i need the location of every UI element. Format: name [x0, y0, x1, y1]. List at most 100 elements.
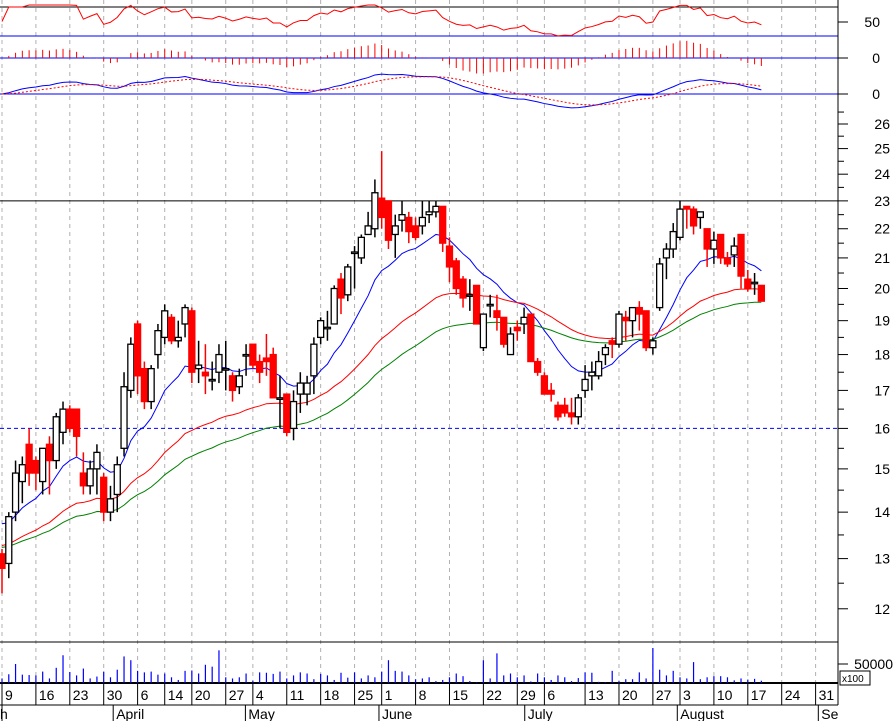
y-tick-label: 13: [874, 551, 890, 567]
candle: [242, 344, 250, 376]
candle-body: [59, 408, 67, 433]
candle-body: [296, 382, 304, 395]
month-label: April: [116, 706, 144, 721]
month-label: May: [248, 706, 274, 721]
candle-body: [737, 233, 745, 277]
candle: [757, 284, 766, 302]
candle-body: [276, 397, 284, 400]
x-tick-label: 13: [588, 687, 604, 703]
candle: [181, 304, 189, 338]
y-tick-label: 20: [874, 281, 890, 297]
candle: [594, 351, 603, 380]
candle: [52, 412, 60, 469]
candle-body: [93, 451, 101, 470]
candle-body: [52, 416, 60, 462]
candle-body: [208, 378, 216, 382]
candle: [276, 375, 284, 429]
candle-body: [330, 287, 338, 325]
y-tick-label: 18: [874, 347, 890, 363]
candle: [662, 243, 671, 280]
candle-body: [459, 278, 467, 299]
candle: [188, 307, 196, 384]
candle-body: [452, 260, 460, 290]
candle: [567, 397, 576, 425]
candle: [520, 307, 528, 335]
candle: [79, 452, 88, 495]
candle-body: [283, 393, 291, 433]
candle: [696, 211, 704, 229]
candle-body: [262, 357, 271, 363]
price-plot: [0, 151, 766, 594]
x-tick-label: 14: [168, 687, 184, 703]
candle: [296, 372, 304, 413]
candle-body: [86, 468, 94, 487]
candle-body: [561, 404, 569, 414]
candle-body: [45, 443, 54, 462]
candle-body: [32, 459, 40, 474]
candle: [445, 237, 454, 283]
candle-body: [174, 336, 182, 342]
candle: [533, 358, 542, 376]
candle-body: [11, 472, 20, 513]
candle: [472, 284, 481, 325]
y-tick-label: 21: [874, 250, 890, 266]
candle: [32, 456, 40, 491]
candle-body: [615, 313, 623, 345]
y-tick-label: 23: [874, 193, 890, 209]
candle: [201, 344, 210, 395]
candle-body: [425, 211, 433, 216]
candle-body: [228, 375, 237, 392]
candle-body: [39, 447, 47, 483]
candle-body: [500, 316, 508, 345]
x-tick-label: 8: [419, 687, 427, 703]
candle-body: [167, 316, 176, 342]
candle: [194, 340, 203, 384]
candle-body: [703, 228, 711, 250]
candle: [93, 444, 101, 495]
candle-body: [405, 216, 413, 233]
candle: [72, 408, 81, 457]
candle: [588, 361, 596, 391]
candle-body: [289, 400, 298, 430]
candle: [208, 361, 216, 391]
candle-body: [723, 257, 732, 265]
candle-body: [527, 313, 535, 363]
candle-body: [479, 313, 488, 349]
candle: [527, 313, 535, 363]
candle: [656, 257, 664, 311]
candle-body: [5, 515, 13, 565]
x-tick-label: 20: [622, 687, 638, 703]
candle: [561, 397, 569, 417]
candle-body: [717, 233, 725, 259]
candle-body: [432, 205, 440, 213]
candle: [574, 394, 582, 425]
candle-body: [188, 310, 196, 373]
candle-body: [744, 278, 752, 290]
candle: [554, 401, 562, 421]
candle: [140, 361, 149, 410]
candle-body: [337, 278, 345, 299]
month-label: h: [0, 706, 8, 721]
y-tick-label: 14: [874, 504, 890, 520]
y-tick-label: 25: [874, 141, 890, 157]
candle: [642, 310, 650, 352]
candle: [479, 313, 488, 352]
candle: [350, 246, 359, 289]
candle-body: [344, 266, 352, 296]
month-label: Se: [821, 706, 838, 721]
candle-body: [472, 284, 481, 325]
x-tick-label: 6: [547, 687, 555, 703]
candle: [608, 337, 616, 359]
candle-body: [622, 316, 630, 322]
candle-body: [683, 205, 691, 210]
candle-body: [689, 208, 698, 227]
candle: [59, 401, 67, 445]
candle-body: [418, 216, 427, 227]
candle-body: [378, 197, 386, 219]
candle-body: [574, 397, 582, 418]
candle-body: [222, 368, 230, 371]
candle-body: [696, 211, 704, 219]
candle-body: [269, 353, 277, 399]
candle-body: [506, 333, 515, 356]
candle: [317, 317, 325, 345]
